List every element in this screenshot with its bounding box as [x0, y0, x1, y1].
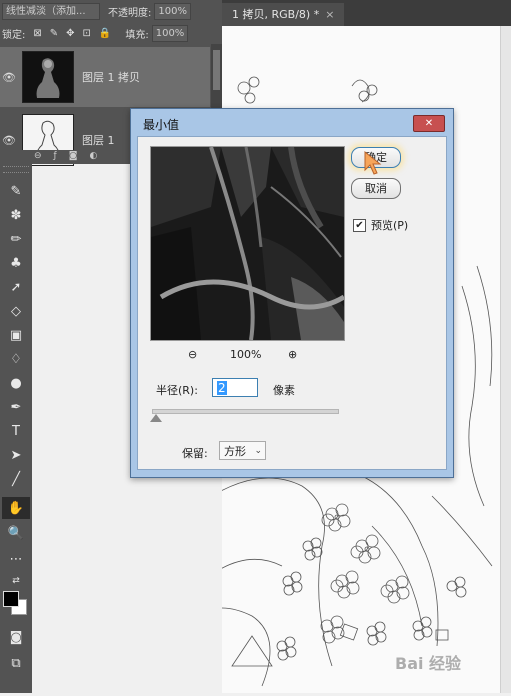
visibility-eye-icon[interactable]: 👁 — [0, 134, 18, 147]
fill-field[interactable]: 100% — [151, 24, 189, 42]
clone-stamp-tool-icon[interactable]: ♣ — [2, 252, 30, 274]
line-tool-icon[interactable]: ╱ — [2, 468, 30, 490]
dialog-body: ⊖ 100% ⊕ 确定 取消 ✔ 预览(P) 半径(R): 2 像素 保留: 方… — [137, 136, 447, 470]
minimum-filter-dialog: 最小值 ✕ ⊖ 100% ⊕ 确定 取消 ✔ 预览(P) 半径(R): 2 像素… — [130, 108, 454, 478]
preserve-select[interactable]: 方形 ⌄ — [219, 441, 266, 460]
chevron-down-icon: ⌄ — [254, 446, 262, 456]
tools-panel: ✎ ✽ ✏ ♣ ➚ ◇ ▣ ♢ ● ✒ T ➤ ╱ ✋ 🔍 ⋯ ⇄ ◙ ⧉ — [0, 164, 32, 693]
toolbar-grip[interactable] — [3, 166, 29, 173]
zoom-in-icon[interactable]: ⊕ — [288, 348, 297, 361]
document-tab-bar: 1 拷贝, RGB/8) * × — [222, 0, 511, 26]
lock-icons[interactable]: ⊠✎✥⊡🔒 — [33, 28, 119, 39]
blur-tool-icon[interactable]: ♢ — [2, 348, 30, 370]
radius-unit: 像素 — [273, 384, 295, 397]
layer-thumbnail — [22, 51, 74, 103]
layer-name[interactable]: 图层 1 拷贝 — [82, 69, 140, 85]
layer-footer-icons[interactable]: ⊖ƒ◙◐ — [34, 151, 109, 161]
radius-value: 2 — [217, 381, 227, 395]
opacity-field[interactable]: 100% — [154, 2, 191, 20]
document-tab[interactable]: 1 拷贝, RGB/8) * × — [222, 3, 345, 26]
mouse-cursor-icon — [364, 150, 382, 175]
radius-slider-track[interactable] — [152, 409, 339, 414]
layers-footer: ⊖ƒ◙◐ — [0, 150, 135, 164]
zoom-tool-icon[interactable]: 🔍 — [2, 522, 30, 544]
blend-row: 线性减淡（添加... 不透明度: 100% — [0, 0, 222, 22]
dialog-title: 最小值 — [143, 118, 180, 132]
lock-label: 锁定: — [2, 29, 26, 41]
radius-input[interactable]: 2 — [212, 378, 258, 397]
close-icon[interactable]: ✕ — [413, 115, 445, 132]
hand-tool-icon[interactable]: ✋ — [2, 497, 30, 519]
swap-colors-icon[interactable]: ⇄ — [2, 570, 30, 592]
watermark-logo: Bai 经验 — [395, 654, 462, 673]
preview-image — [151, 147, 344, 340]
filter-preview[interactable] — [150, 146, 345, 341]
fill-label: 填充: — [125, 29, 149, 41]
blend-mode-select[interactable]: 线性减淡（添加... — [2, 2, 100, 20]
radius-label: 半径(R): — [156, 384, 198, 397]
opacity-label: 不透明度: — [108, 7, 152, 19]
close-tab-icon[interactable]: × — [325, 8, 334, 21]
preserve-value: 方形 — [224, 445, 246, 458]
brush-tool-icon[interactable]: ✏ — [2, 228, 30, 250]
path-select-tool-icon[interactable]: ➤ — [2, 444, 30, 466]
radius-slider-thumb[interactable] — [150, 414, 162, 422]
lock-row: 锁定: ⊠✎✥⊡🔒 填充: 100% — [0, 22, 222, 44]
zoom-out-icon[interactable]: ⊖ — [188, 348, 197, 361]
canvas-scrollbar[interactable] — [500, 26, 511, 693]
quick-mask-icon[interactable]: ◙ — [2, 626, 30, 648]
preview-checkbox[interactable]: ✔ — [353, 219, 366, 232]
eraser-tool-icon[interactable]: ◇ — [2, 300, 30, 322]
pen-tool-icon[interactable]: ✒ — [2, 396, 30, 418]
eyedropper-tool-icon[interactable]: ✎ — [2, 180, 30, 202]
zoom-level: 100% — [230, 348, 262, 361]
history-brush-tool-icon[interactable]: ➚ — [2, 276, 30, 298]
more-tools-icon[interactable]: ⋯ — [2, 548, 30, 570]
dodge-tool-icon[interactable]: ● — [2, 372, 30, 394]
preserve-label: 保留: — [182, 447, 208, 460]
gradient-tool-icon[interactable]: ▣ — [2, 324, 30, 346]
visibility-eye-icon[interactable]: 👁 — [0, 71, 18, 84]
foreground-color-swatch[interactable] — [3, 591, 19, 607]
preview-label[interactable]: 预览(P) — [371, 217, 408, 233]
layer-row-copy[interactable]: 👁 图层 1 拷贝 — [0, 47, 210, 107]
type-tool-icon[interactable]: T — [2, 420, 30, 442]
document-title: 1 拷贝, RGB/8) * — [232, 8, 320, 21]
cancel-button[interactable]: 取消 — [351, 178, 401, 199]
screen-mode-icon[interactable]: ⧉ — [2, 652, 30, 674]
stamp-tool-icon[interactable]: ✽ — [2, 204, 30, 226]
layer-name[interactable]: 图层 1 — [82, 132, 115, 148]
